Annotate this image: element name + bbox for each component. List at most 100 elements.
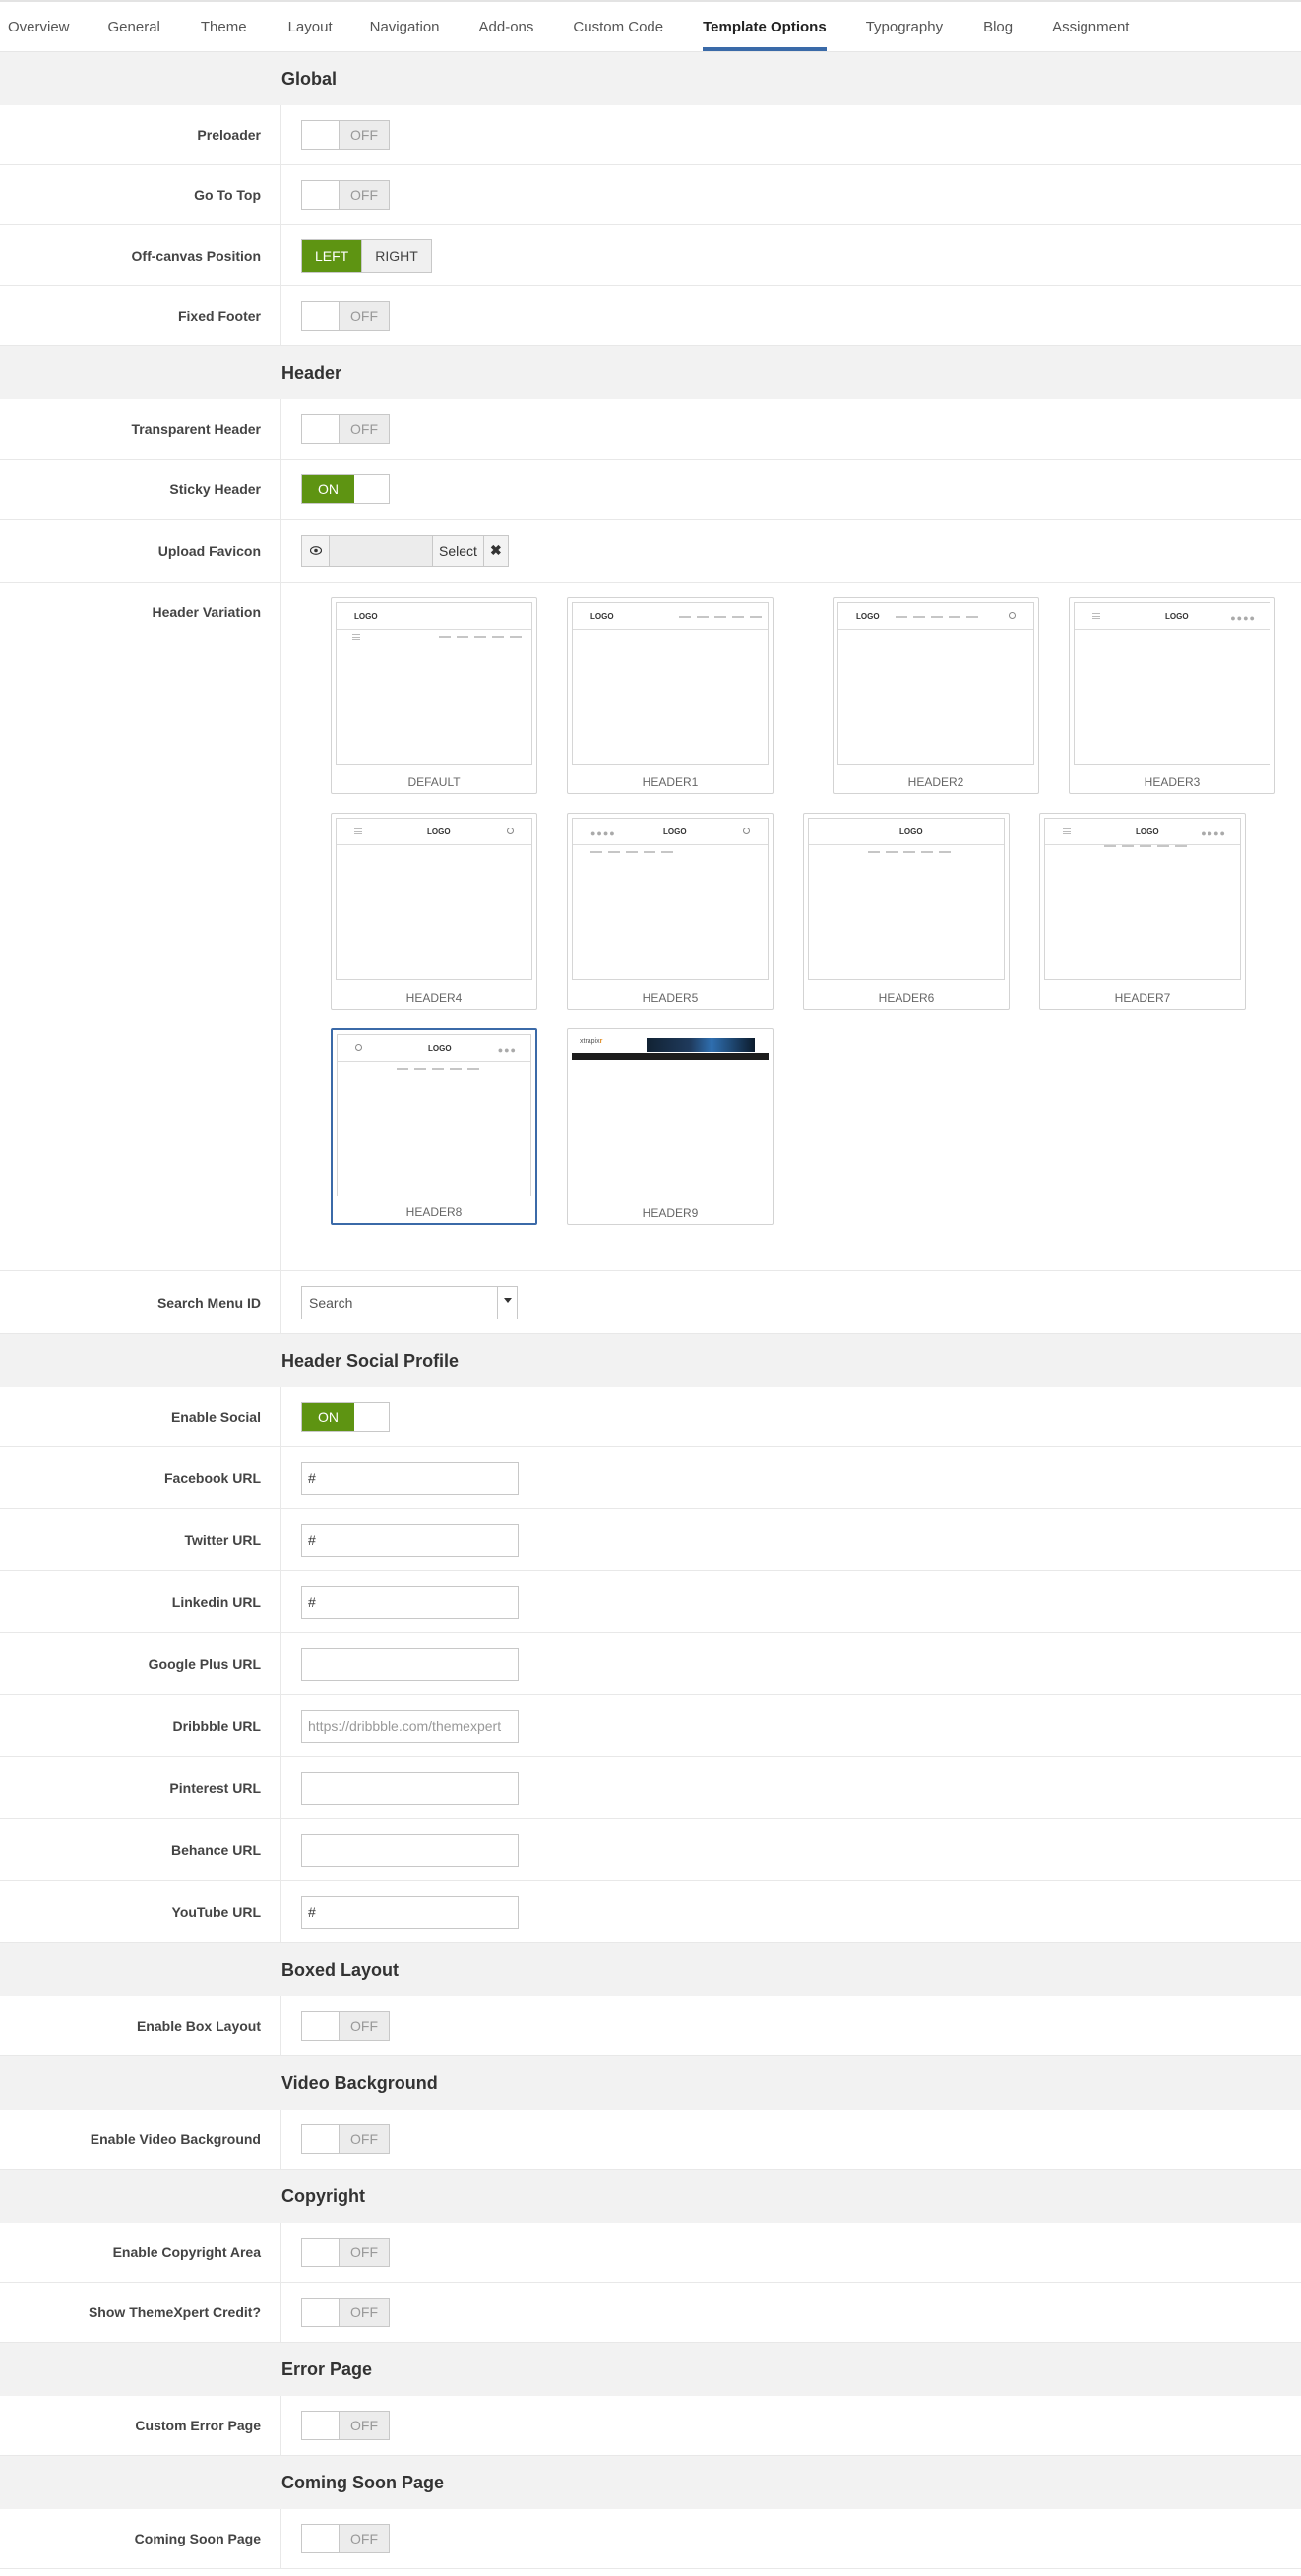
transparent-header-toggle[interactable]: OFF [301,414,390,444]
search-menu-select[interactable]: Search [301,1285,518,1319]
box-layout-toggle[interactable]: OFF [301,2011,390,2041]
header-variant-header3[interactable]: LOGO ●●●● HEADER3 [1069,597,1275,794]
header-variant-header9[interactable]: xtrapixr HEADER9 [567,1028,774,1225]
search-menu-value: Search [309,1294,353,1311]
sticky-header-label: Sticky Header [0,460,281,519]
thumb-menu-dashes [868,851,957,853]
themexpert-credit-toggle[interactable]: OFF [301,2298,390,2327]
tab-layout[interactable]: Layout [288,2,333,51]
show-themexpert-credit-label: Show ThemeXpert Credit? [0,2283,281,2342]
thumb-brand-logo: xtrapixr [580,1038,603,1045]
row-go-to-top: Go To Top OFF [0,165,1301,225]
favicon-select-button[interactable]: Select [432,535,483,566]
tab-assignment[interactable]: Assignment [1052,2,1129,51]
row-sticky-header: Sticky Header ON [0,460,1301,520]
tab-typography[interactable]: Typography [866,2,943,51]
tab-navigation[interactable]: Navigation [370,2,440,51]
preloader-toggle[interactable]: OFF [301,120,390,150]
header-variation-label: Header Variation [0,583,281,1270]
tab-general[interactable]: General [108,2,160,51]
variant-caption: HEADER2 [907,775,964,789]
tab-custom-code[interactable]: Custom Code [573,2,663,51]
behance-url-input[interactable] [301,1833,519,1867]
enable-social-label: Enable Social [0,1387,281,1446]
header-variant-header7[interactable]: LOGO ●●●● HEADER7 [1039,813,1246,1010]
thumb-banner-ad [647,1038,755,1052]
custom-error-page-label: Custom Error Page [0,2396,281,2455]
linkedin-url-input[interactable] [301,1585,519,1619]
row-facebook-url: Facebook URL [0,1447,1301,1509]
fixed-footer-label: Fixed Footer [0,286,281,345]
enable-social-toggle[interactable]: ON [301,1402,390,1432]
thumb-logo: LOGO [856,612,880,621]
offcanvas-label: Off-canvas Position [0,225,281,285]
custom-error-page-toggle[interactable]: OFF [301,2411,390,2440]
youtube-url-input[interactable] [301,1895,519,1929]
header-variant-header2[interactable]: LOGO HEADER2 [833,597,1039,794]
row-preloader: Preloader OFF [0,105,1301,165]
search-icon [1009,612,1016,619]
header-variant-header8[interactable]: LOGO ●●● HEADER8 [331,1028,537,1225]
section-video-background: Video Background [0,2056,1301,2110]
times-icon[interactable]: ✖ [482,535,508,566]
header-variant-header5[interactable]: ●●●● LOGO HEADER5 [567,813,774,1010]
behance-url-label: Behance URL [0,1819,281,1880]
offcanvas-right-button[interactable]: RIGHT [361,239,431,272]
section-header-social-profile: Header Social Profile [0,1334,1301,1387]
tab-blog[interactable]: Blog [983,2,1013,51]
sticky-header-toggle[interactable]: ON [301,474,390,504]
variant-thumbnail: LOGO [837,602,1034,765]
facebook-url-input[interactable] [301,1461,519,1495]
eye-icon[interactable] [302,535,330,566]
row-enable-copyright-area: Enable Copyright Area OFF [0,2223,1301,2283]
tab-overview[interactable]: Overview [8,2,70,51]
section-global: Global [0,52,1301,105]
pinterest-url-input[interactable] [301,1771,519,1805]
row-youtube-url: YouTube URL [0,1881,1301,1943]
go-to-top-label: Go To Top [0,165,281,224]
dribbble-url-input[interactable] [301,1709,519,1743]
favicon-path-input[interactable] [330,535,432,566]
header-variant-header4[interactable]: LOGO HEADER4 [331,813,537,1010]
section-coming-soon-page: Coming Soon Page [0,2456,1301,2509]
row-offcanvas: Off-canvas Position LEFT RIGHT [0,225,1301,286]
header-variant-default[interactable]: LOGO DEFAULT [331,597,537,794]
variant-caption: HEADER4 [405,991,463,1005]
upload-favicon-label: Upload Favicon [0,520,281,582]
hamburger-icon [1092,613,1100,619]
twitter-url-input[interactable] [301,1523,519,1557]
row-twitter-url: Twitter URL [0,1509,1301,1571]
variant-thumbnail: LOGO [808,818,1005,980]
fixed-footer-toggle[interactable]: OFF [301,301,390,331]
variant-caption: HEADER1 [642,775,699,789]
copyright-area-toggle[interactable]: OFF [301,2238,390,2267]
tab-template-options[interactable]: Template Options [703,2,827,51]
header-variant-header1[interactable]: LOGO HEADER1 [567,597,774,794]
go-to-top-toggle[interactable]: OFF [301,180,390,210]
section-header: Header [0,346,1301,399]
toggle-off-text: OFF [339,415,389,443]
tab-add-ons[interactable]: Add-ons [479,2,534,51]
search-icon [355,1044,362,1051]
thumb-social-dots: ●●●● [1201,828,1226,838]
section-boxed-layout: Boxed Layout [0,1943,1301,1996]
header-variant-header6[interactable]: LOGO HEADER6 [803,813,1010,1010]
offcanvas-position-switch: LEFT RIGHT [301,238,432,273]
variant-caption: HEADER6 [878,991,935,1005]
tab-theme[interactable]: Theme [201,2,247,51]
thumb-logo: LOGO [590,612,614,621]
section-copyright: Copyright [0,2170,1301,2223]
row-upload-favicon: Upload Favicon Select ✖ [0,520,1301,583]
variant-thumbnail: ●●●● LOGO [572,818,769,980]
youtube-url-label: YouTube URL [0,1881,281,1942]
thumb-social-dots: ●●●● [590,828,616,838]
coming-soon-page-toggle[interactable]: OFF [301,2524,390,2553]
toggle-off-text: OFF [339,2012,389,2040]
video-background-toggle[interactable]: OFF [301,2124,390,2154]
offcanvas-left-button[interactable]: LEFT [302,239,362,272]
variant-caption: DEFAULT [407,775,461,789]
hamburger-icon [1063,828,1071,834]
toggle-off-text: OFF [339,2412,389,2439]
google-plus-url-input[interactable] [301,1647,519,1681]
row-coming-soon-page: Coming Soon Page OFF [0,2509,1301,2569]
